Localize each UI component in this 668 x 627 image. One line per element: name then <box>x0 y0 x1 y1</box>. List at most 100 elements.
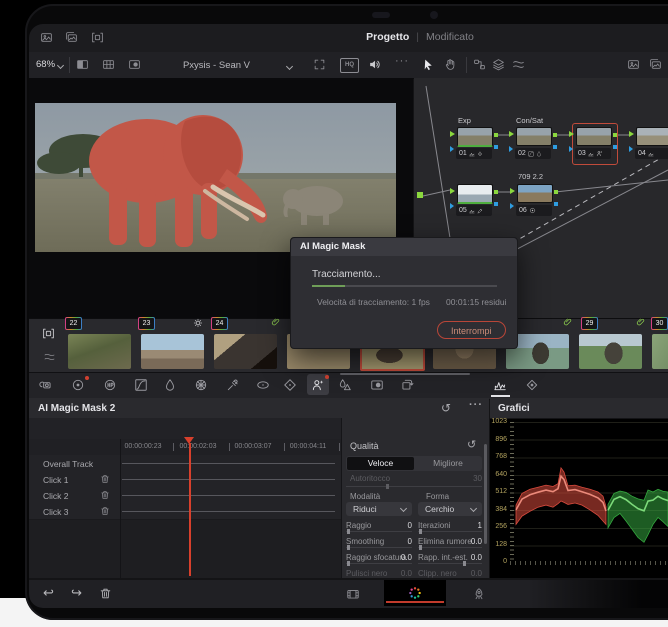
clip-title[interactable]: Pxysis - Sean V <box>149 60 284 71</box>
scope-tick-label: 896 <box>495 436 507 443</box>
node-editor-icon[interactable] <box>473 58 486 71</box>
hdr-wheels-icon[interactable] <box>103 378 117 392</box>
node-bar[interactable]: 03 <box>575 148 611 159</box>
zoom-level[interactable]: 68% <box>36 59 55 70</box>
power-window-icon[interactable] <box>256 378 270 392</box>
key-palette-icon[interactable] <box>370 378 384 392</box>
track-row[interactable]: Click 2 <box>29 487 341 504</box>
shape-dropdown[interactable]: Cerchio <box>418 502 482 516</box>
picker-icon[interactable] <box>226 378 240 392</box>
clip-badge: 22 <box>65 317 82 330</box>
param-value: 0 <box>407 521 412 530</box>
strip-scrollbar[interactable] <box>340 373 470 375</box>
qualifier-icon[interactable] <box>163 378 177 392</box>
scopes-palette-icon[interactable] <box>493 378 507 392</box>
node-thumbnail[interactable] <box>516 127 552 146</box>
camera-raw-icon[interactable] <box>39 378 53 392</box>
quality-reset-icon[interactable]: ↺ <box>467 438 476 451</box>
clip-thumbnail[interactable] <box>141 334 204 369</box>
gallery-search-icon[interactable] <box>649 58 662 71</box>
hq-playback-icon[interactable]: HQ <box>340 58 359 73</box>
undo-button[interactable]: ↩ <box>43 586 54 601</box>
pan-hand-icon[interactable] <box>444 58 457 71</box>
fullscreen-icon[interactable] <box>313 58 326 71</box>
mode-label: Modalità <box>350 492 381 501</box>
wipe-modes-icon[interactable] <box>512 58 525 71</box>
lut-gallery-icon[interactable] <box>65 31 78 44</box>
clip-thumbnail[interactable] <box>214 334 277 369</box>
autotouch-slider[interactable] <box>346 484 482 489</box>
scope-tick-label: 768 <box>495 453 507 460</box>
project-name[interactable]: Progetto <box>366 31 409 43</box>
node-thumbnail[interactable] <box>517 184 553 203</box>
track-label: Click 3 <box>43 507 69 517</box>
param-slider[interactable] <box>418 529 482 534</box>
clip-thumbnail[interactable] <box>579 334 642 369</box>
node-bar[interactable]: 05 <box>456 205 492 216</box>
quality-option-better[interactable]: Migliore <box>414 456 482 471</box>
tracker-menu-dots[interactable]: ··· <box>469 399 483 411</box>
cancel-tracking-button[interactable]: Interrompi <box>437 321 506 339</box>
shape-label: Forma <box>426 492 450 501</box>
single-viewer-icon[interactable] <box>76 58 89 71</box>
node-thumbnail[interactable] <box>457 127 493 147</box>
delete-track-icon[interactable] <box>100 506 110 516</box>
param-slider[interactable] <box>346 561 412 566</box>
clip-thumbnail[interactable] <box>68 334 131 369</box>
track-row[interactable]: Click 1 <box>29 471 341 488</box>
deliver-rocket-icon[interactable] <box>472 587 486 601</box>
delete-trash-icon[interactable] <box>99 587 112 600</box>
pointer-tool-icon[interactable] <box>422 58 435 71</box>
param-slider[interactable] <box>418 545 482 550</box>
speaker-icon[interactable] <box>368 58 381 71</box>
clips-strip-icon[interactable] <box>41 327 56 340</box>
node-label: Con/Sat <box>516 116 544 125</box>
node-bar[interactable]: 04 <box>635 148 668 159</box>
delete-track-icon[interactable] <box>100 474 110 484</box>
settings-scrollbar[interactable] <box>484 444 487 544</box>
playhead-line[interactable] <box>189 443 191 576</box>
curves-icon[interactable] <box>134 378 148 392</box>
cut-page-icon[interactable] <box>346 587 360 601</box>
grid-view-icon[interactable] <box>102 58 115 71</box>
magic-mask-icon[interactable] <box>311 378 325 392</box>
node-bar[interactable]: 01 <box>456 148 492 159</box>
node-thumbnail[interactable] <box>576 127 612 146</box>
color-wheels-icon[interactable] <box>71 378 85 392</box>
clip-thumbnail[interactable] <box>652 334 668 369</box>
track-row[interactable]: Click 3 <box>29 503 341 520</box>
tracker-reset-icon[interactable]: ↺ <box>441 401 451 415</box>
graph-input-connector[interactable] <box>417 192 423 198</box>
project-status: Modificato <box>426 31 474 43</box>
stills-gallery-icon[interactable] <box>40 31 53 44</box>
layers-icon[interactable] <box>492 58 505 71</box>
param-value: 1 <box>477 521 482 530</box>
mode-dropdown[interactable]: Riduci <box>346 502 412 516</box>
redo-button[interactable]: ↪ <box>71 586 82 601</box>
magic-mask-modified-dot <box>325 375 329 379</box>
node-thumbnail[interactable] <box>457 184 493 204</box>
param-slider[interactable] <box>418 561 482 566</box>
param-slider[interactable] <box>346 545 412 550</box>
clips-view-icon[interactable] <box>91 31 104 44</box>
param-slider[interactable] <box>346 529 412 534</box>
quality-option-fast[interactable]: Veloce <box>347 457 414 470</box>
node-bar[interactable]: 02 <box>515 148 551 159</box>
node-label: Exp <box>458 116 471 125</box>
autotouch-label: Autoritocco <box>350 474 391 483</box>
split-compare-icon[interactable] <box>128 58 141 71</box>
blur-palette-icon[interactable] <box>338 378 352 392</box>
gallery-stills-icon[interactable] <box>627 58 640 71</box>
tracker-icon[interactable] <box>283 378 297 392</box>
timeline-mini-icon[interactable] <box>43 351 56 363</box>
keyframes-palette-icon[interactable] <box>525 378 539 392</box>
warper-icon[interactable] <box>194 378 208 392</box>
track-row[interactable]: Overall Track <box>29 455 341 472</box>
clip-title-chevron-icon <box>285 62 294 71</box>
delete-track-icon[interactable] <box>100 490 110 500</box>
scopes-header: Grafici <box>490 398 668 419</box>
node-thumbnail[interactable] <box>636 127 668 146</box>
node-bar[interactable]: 06 <box>516 205 552 216</box>
viewer-menu-dots[interactable]: ··· <box>395 55 409 67</box>
sizing-palette-icon[interactable] <box>400 378 414 392</box>
